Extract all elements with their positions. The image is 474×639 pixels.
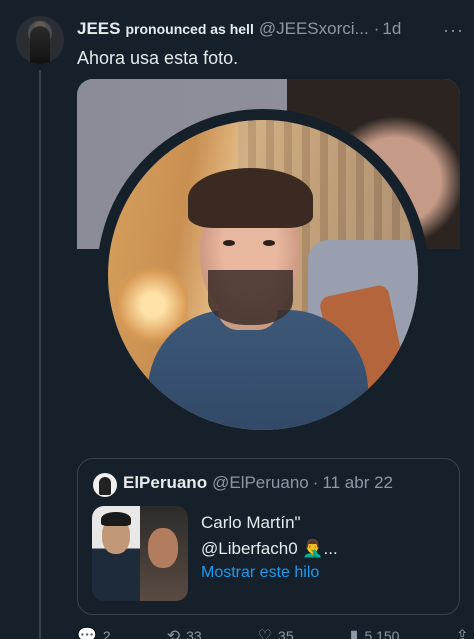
thumbnail-right-photo <box>140 506 188 601</box>
author-handle[interactable]: @JEESxorci... <box>259 19 369 39</box>
avatar-figure <box>30 26 50 64</box>
tweet-media[interactable] <box>77 79 460 443</box>
quote-text: Carlo Martín" @Liberfach0 🤦‍♂️... <box>201 510 338 562</box>
views-icon: ▮ <box>349 628 359 639</box>
thumb-hair-left <box>101 512 131 526</box>
like-icon: ♡ <box>257 628 273 639</box>
quote-date[interactable]: 11 abr 22 <box>322 473 393 493</box>
quote-header: ElPeruano @ElPeruano · 11 abr 22 <box>123 473 393 493</box>
tweet-header: JEES pronounced as hell @JEESxorci... · … <box>77 19 467 43</box>
retweet-icon: ⟲ <box>166 628 181 639</box>
quote-author-name[interactable]: ElPeruano <box>123 473 207 493</box>
views-count: 5.150 <box>364 628 400 639</box>
reply-icon: 💬 <box>77 628 97 639</box>
quote-text-line-2: @Liberfach0 🤦‍♂️... <box>201 539 338 558</box>
retweet-count: 33 <box>186 628 202 639</box>
quote-author-handle[interactable]: @ElPeruano <box>212 473 309 493</box>
quote-thumbnail[interactable] <box>92 506 188 601</box>
photo-hair <box>188 168 313 228</box>
avatar[interactable] <box>16 16 64 64</box>
quote-separator: · <box>312 473 319 492</box>
thumb-face-right <box>148 528 178 568</box>
views-button[interactable]: ▮ 5.150 <box>350 626 400 639</box>
tweet-time[interactable]: 1d <box>382 19 401 39</box>
reply-button[interactable]: 💬 2 <box>77 626 111 639</box>
thread-line <box>39 70 41 639</box>
author-name[interactable]: JEES <box>77 19 120 39</box>
photo-eye-right <box>263 240 275 246</box>
reply-count: 2 <box>102 628 111 639</box>
action-bar: 💬 2 ⟲ 33 ♡ 35 ▮ 5.150 ⇪ <box>77 626 469 639</box>
quoted-tweet[interactable]: ElPeruano @ElPeruano · 11 abr 22 Carlo M… <box>77 458 460 615</box>
separator: · <box>373 19 380 38</box>
ellipsis-icon[interactable]: ··· <box>443 20 464 41</box>
share-button[interactable]: ⇪ <box>455 626 474 639</box>
show-thread-link[interactable]: Mostrar este hilo <box>201 564 319 582</box>
tweet-text: Ahora usa esta foto. <box>77 48 239 68</box>
like-button[interactable]: ♡ 35 <box>258 626 294 639</box>
retweet-button[interactable]: ⟲ 33 <box>167 626 202 639</box>
quote-text-line-1: Carlo Martín" <box>201 513 301 532</box>
share-icon: ⇪ <box>455 628 469 639</box>
profile-photo <box>108 120 418 430</box>
like-count: 35 <box>278 628 294 639</box>
author-tag: pronounced as hell <box>125 21 254 37</box>
quote-avatar[interactable] <box>93 473 117 497</box>
thumbnail-left-photo <box>92 506 140 601</box>
photo-eye-left <box>223 240 235 246</box>
photo-beard <box>208 270 293 325</box>
